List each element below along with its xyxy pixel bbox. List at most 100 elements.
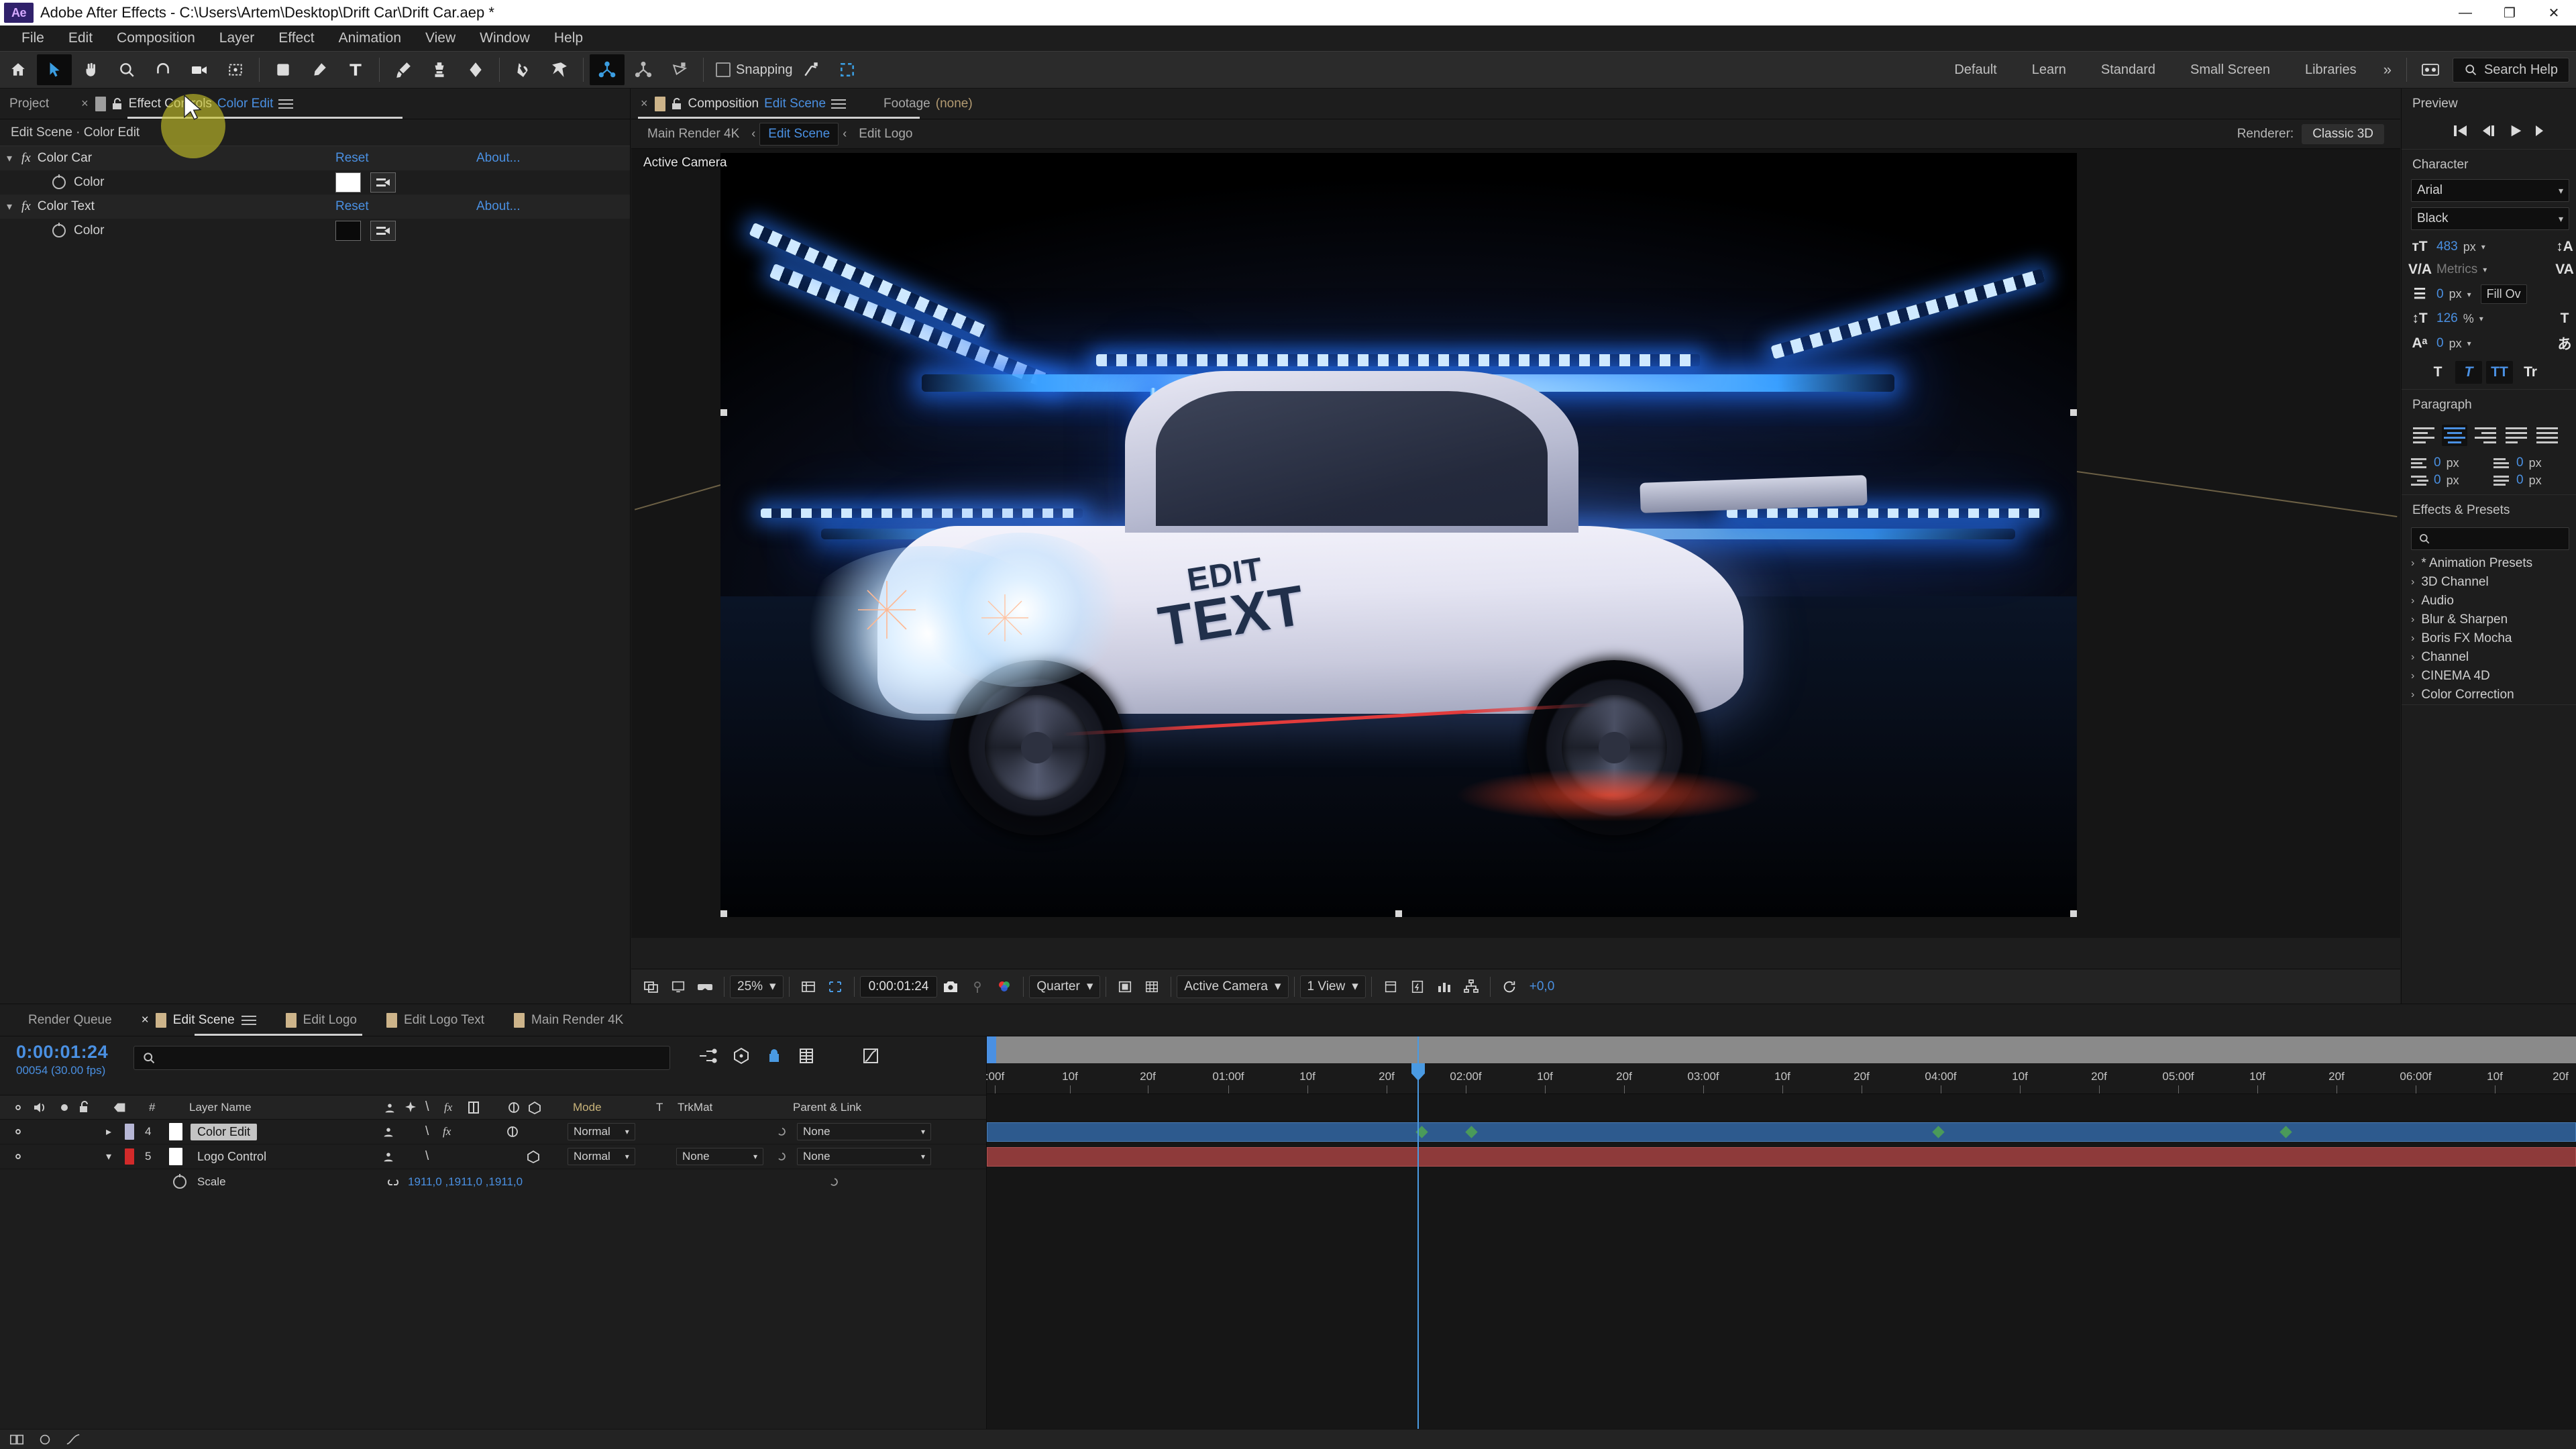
indent-right-value[interactable]: 0	[2434, 473, 2441, 488]
menu-help[interactable]: Help	[542, 28, 595, 49]
transform-box-icon[interactable]	[830, 54, 865, 85]
tab-composition[interactable]: × Composition Edit Scene	[631, 89, 855, 119]
playhead-line[interactable]	[1411, 1036, 1425, 1429]
space-after-value[interactable]: 0	[2516, 473, 2524, 488]
draft-3d-icon[interactable]	[732, 1047, 751, 1065]
zoom-tool-icon[interactable]	[109, 54, 144, 85]
timeline-track-area[interactable]: :00f 10f 20f 01:00f 10f 20f 02:00f 10f 2…	[985, 1036, 2576, 1443]
scale-pickwhip-icon[interactable]	[825, 1175, 839, 1189]
effects-search-input[interactable]	[2411, 527, 2569, 550]
layer-visibility-icon[interactable]	[11, 1125, 25, 1138]
region-of-interest-icon[interactable]	[822, 975, 849, 999]
pan-behind-tool-icon[interactable]	[218, 54, 253, 85]
rotation-tool-icon[interactable]	[146, 54, 180, 85]
hand-tool-icon[interactable]	[73, 54, 108, 85]
selection-tool-icon[interactable]	[37, 54, 72, 85]
comp-tab-close-icon[interactable]: ×	[641, 97, 648, 111]
view-layout-dropdown[interactable]: 1 View ▾	[1299, 975, 1366, 998]
maximize-icon[interactable]: ❐	[2487, 0, 2532, 25]
tab-effect-controls[interactable]: × Effect Controls Color Edit	[58, 89, 303, 119]
layer-visibility-icon-2[interactable]	[11, 1150, 25, 1163]
motion-blur-icon[interactable]	[830, 1047, 847, 1065]
reset-exposure-icon[interactable]	[1496, 975, 1523, 999]
scale-stopwatch-icon[interactable]	[173, 1173, 186, 1189]
faux-italic-button[interactable]: T	[2455, 361, 2482, 384]
layer-collapse-icon-2[interactable]: ▾	[106, 1150, 111, 1163]
selection-handle-bottom-right[interactable]	[2070, 910, 2077, 917]
parent-pickwhip-icon[interactable]	[773, 1125, 786, 1138]
tl-tab-edit-logo-text[interactable]: Edit Logo Text	[372, 1004, 499, 1036]
menu-effect[interactable]: Effect	[266, 28, 326, 49]
menu-view[interactable]: View	[413, 28, 468, 49]
current-time-display[interactable]: 0:00:01:24	[859, 975, 938, 998]
faux-bold-button[interactable]: T	[2424, 361, 2451, 384]
constrain-proportions-icon[interactable]	[385, 1176, 401, 1188]
workspace-overflow-icon[interactable]: »	[2374, 61, 2401, 78]
chevron-down-icon-vscale[interactable]: ▾	[2479, 314, 2483, 323]
selection-handle-bottom-left[interactable]	[720, 910, 727, 917]
eyedropper-button-color-car[interactable]	[370, 172, 396, 193]
chevron-down-icon-size[interactable]: ▾	[2481, 242, 2485, 252]
layer-mode-dropdown-2[interactable]: Normal ▾	[568, 1148, 635, 1165]
all-caps-button[interactable]: TT	[2486, 361, 2513, 384]
roto-brush-tool-icon[interactable]	[506, 54, 541, 85]
small-caps-button[interactable]: Tr	[2517, 361, 2544, 384]
layer-parent-dropdown[interactable]: None ▾	[797, 1123, 931, 1140]
font-size-value[interactable]: 483	[2436, 239, 2458, 254]
eyedropper-button-color-text[interactable]	[370, 221, 396, 241]
layer-quality-icon-2[interactable]: \	[425, 1149, 429, 1164]
breadcrumb-main-render-4k[interactable]: Main Render 4K	[639, 123, 747, 145]
tl-tab-main-render-4k[interactable]: Main Render 4K	[499, 1004, 638, 1036]
first-frame-icon[interactable]	[2453, 123, 2469, 138]
graph-editor-icon[interactable]	[862, 1047, 879, 1065]
effect-header-color-car[interactable]: ▾ fx Color Car Reset About...	[0, 146, 630, 170]
always-preview-icon[interactable]	[638, 975, 665, 999]
font-style-dropdown[interactable]: Black ▾	[2411, 207, 2569, 230]
track-color-edit[interactable]	[987, 1120, 2576, 1144]
layer-bar-color-edit[interactable]	[987, 1122, 2576, 1142]
eraser-tool-icon[interactable]	[458, 54, 493, 85]
comp-flowchart-icon[interactable]	[1458, 975, 1485, 999]
puppet-pin-tool-icon[interactable]	[542, 54, 577, 85]
snap-target-icon[interactable]	[794, 54, 828, 85]
chevron-down-icon-kerning[interactable]: ▾	[2483, 265, 2487, 274]
comp-panel-menu-icon[interactable]	[831, 97, 847, 111]
workspace-learn[interactable]: Learn	[2015, 58, 2084, 82]
tl-tab-render-queue[interactable]: Render Queue	[13, 1004, 127, 1036]
align-right-button[interactable]	[2473, 425, 2498, 446]
shape-tool-icon[interactable]	[266, 54, 301, 85]
panel-menu-icon[interactable]	[278, 97, 294, 111]
track-logo-control[interactable]	[987, 1144, 2576, 1169]
effects-category-cinema-4d[interactable]: › CINEMA 4D	[2402, 667, 2576, 686]
show-channel-icon[interactable]	[991, 975, 1018, 999]
graph-editor-footer-icon[interactable]	[66, 1433, 80, 1446]
workspace-small-screen[interactable]: Small Screen	[2173, 58, 2288, 82]
layer-adjustment-icon[interactable]	[506, 1125, 519, 1138]
home-icon[interactable]	[1, 54, 36, 85]
unlock-icon[interactable]	[671, 97, 683, 111]
layer-fx-icon[interactable]: fx	[443, 1125, 451, 1138]
layer-3d-icon-2[interactable]	[526, 1150, 541, 1163]
exposure-value[interactable]: +0,0	[1529, 979, 1555, 994]
workspace-default[interactable]: Default	[1937, 58, 2014, 82]
breadcrumb-edit-scene[interactable]: Edit Scene	[759, 122, 839, 146]
property-value-scale[interactable]: 1911,0 ,1911,0 ,1911,0	[408, 1175, 523, 1189]
layer-expand-icon[interactable]: ▸	[106, 1125, 111, 1138]
breadcrumb-edit-logo[interactable]: Edit Logo	[851, 123, 920, 145]
layer-shy-icon[interactable]	[381, 1125, 396, 1138]
layer-trkmat-dropdown-2[interactable]: None ▾	[676, 1148, 763, 1165]
pixel-aspect-correction-icon[interactable]	[1377, 975, 1404, 999]
composition-viewer[interactable]: Active Camera EDIT TEXT	[631, 149, 2400, 938]
next-frame-icon[interactable]	[2536, 123, 2545, 138]
chevron-down-icon-2[interactable]: ▾	[7, 200, 21, 213]
tl-tab-edit-logo[interactable]: Edit Logo	[271, 1004, 372, 1036]
resolution-dropdown[interactable]: Quarter ▾	[1029, 975, 1101, 998]
toggle-transparency-grid-icon[interactable]	[1112, 975, 1138, 999]
vertical-scale-value[interactable]: 126	[2436, 311, 2458, 326]
menu-edit[interactable]: Edit	[56, 28, 105, 49]
play-icon[interactable]	[2509, 123, 2524, 138]
chevron-down-icon-baseline[interactable]: ▾	[2467, 339, 2471, 348]
color-swatch-color-text[interactable]	[335, 221, 361, 241]
choose-grid-guides-icon[interactable]	[795, 975, 822, 999]
layer-bar-logo-control[interactable]	[987, 1147, 2576, 1167]
